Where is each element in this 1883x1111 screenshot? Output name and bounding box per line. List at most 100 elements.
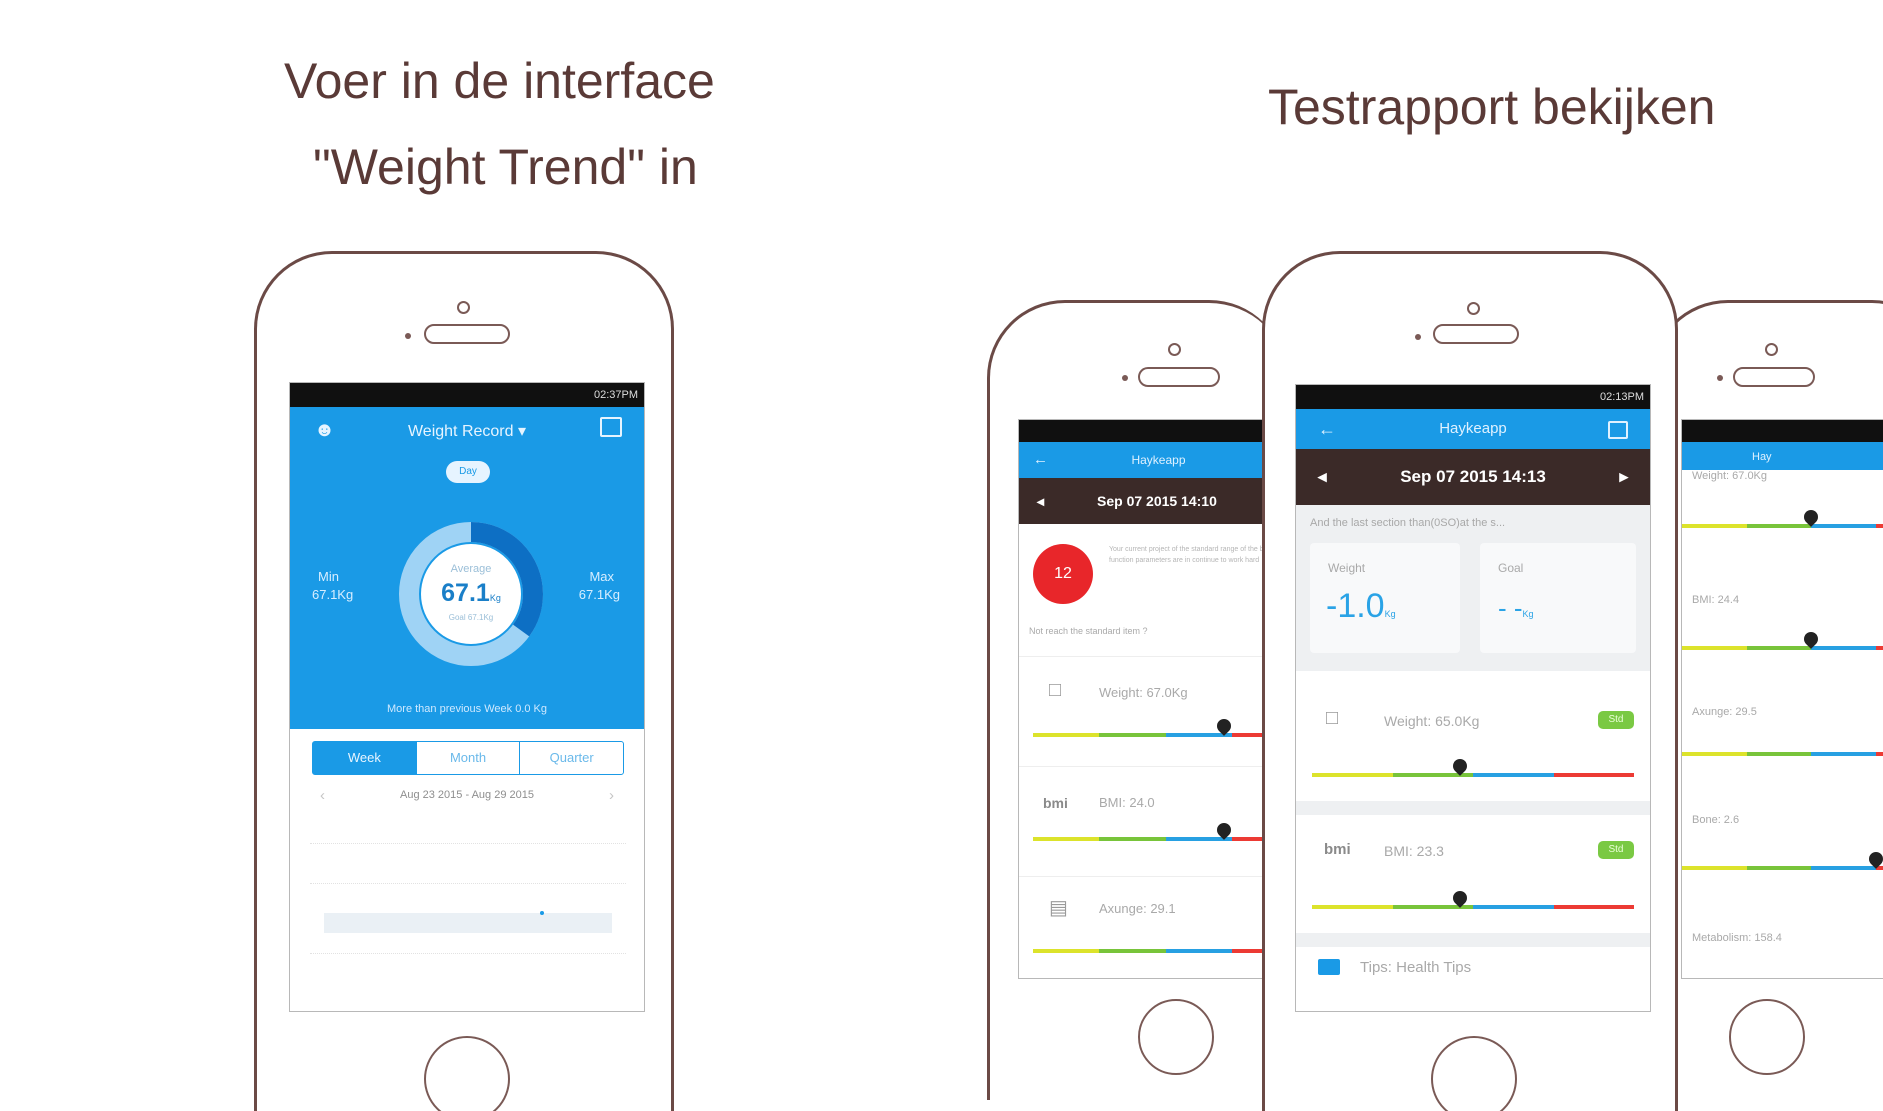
status-bar: [1682, 420, 1883, 442]
record-title: Weight Record: [407, 423, 514, 440]
metric-row-bmi[interactable]: BMI: 24.4: [1682, 580, 1883, 690]
date-bar: ◂ Sep 07 2015 14:13 ▸: [1296, 449, 1650, 505]
metric-scale-bar: [1682, 646, 1883, 650]
goal-unit: Kg: [1522, 609, 1534, 619]
health-tips-row[interactable]: Tips: Health Tips: [1296, 951, 1650, 1001]
fat-icon: ▤: [1049, 897, 1068, 919]
average-value: 67.1: [441, 579, 490, 607]
summary-text: And the last section than(0SO)at the s..…: [1310, 517, 1506, 529]
app-screen: ← Haykeapp ◂ Sep 07 2015 14:10 12 Your c…: [1018, 419, 1287, 979]
axunge-scale-bar: [1033, 949, 1287, 953]
average-goal: Goal 67.1Kg: [448, 613, 494, 622]
day-pill[interactable]: Day: [446, 461, 490, 483]
weight-scale-bar: [1312, 773, 1634, 777]
axunge-row[interactable]: ▤ Axunge: 29.1: [1019, 876, 1287, 978]
max-label: Max: [589, 569, 614, 584]
app-title: Haykeapp: [1131, 453, 1186, 467]
status-time: 02:13PM: [1599, 391, 1644, 403]
proximity-sensor: [1415, 334, 1421, 340]
app-title-bar: Hay: [1682, 442, 1883, 470]
bmi-row-label: BMI: 24.0: [1099, 795, 1155, 810]
prev-date-arrow[interactable]: ◂: [1037, 478, 1044, 524]
share-icon[interactable]: [1608, 421, 1628, 439]
status-bar: [1019, 420, 1287, 442]
score-badge: 12: [1033, 544, 1093, 604]
bmi-icon: bmi: [1043, 795, 1068, 811]
share-icon[interactable]: [600, 417, 622, 437]
right-caption: Testrapport bekijken: [1268, 79, 1716, 135]
bmi-scale-bar: [1033, 837, 1287, 841]
standard-badge: Std: [1598, 711, 1634, 729]
metric-label: Axunge: 29.5: [1692, 706, 1757, 718]
status-time: 02:37PM: [593, 389, 638, 401]
weight-row[interactable]: □ Weight: 65.0Kg Std: [1296, 681, 1650, 801]
home-button[interactable]: [1431, 1036, 1517, 1111]
standard-badge: Std: [1598, 841, 1634, 859]
metric-label: Bone: 2.6: [1692, 814, 1740, 826]
trend-chart: [310, 823, 626, 973]
average-unit: Kg: [489, 593, 501, 603]
date-bar: ◂ Sep 07 2015 14:10: [1019, 478, 1287, 524]
metric-scale-bar: [1682, 752, 1883, 756]
axunge-row-label: Axunge: 29.1: [1099, 901, 1176, 916]
max-value: 67.1Kg: [578, 587, 620, 602]
metric-label: Weight: 67.0Kg: [1692, 470, 1768, 482]
app-title: Hay: [1752, 451, 1772, 463]
phone-report-center: 02:13PM ← Haykeapp ◂ Sep 07 2015 14:13 ▸…: [1262, 251, 1678, 1111]
summary-panel: And the last section than(0SO)at the s..…: [1296, 505, 1650, 671]
tab-month[interactable]: Month: [415, 742, 520, 774]
app-title-bar: ← Haykeapp: [1296, 409, 1650, 449]
metric-scale-bar: [1682, 524, 1883, 528]
home-button[interactable]: [424, 1036, 510, 1111]
metric-row-bone[interactable]: Bone: 2.6: [1682, 800, 1883, 900]
app-screen: 02:13PM ← Haykeapp ◂ Sep 07 2015 14:13 ▸…: [1295, 384, 1651, 1012]
trend-band: [324, 913, 612, 933]
phone-report-right: Hay Weight: 67.0Kg BMI: 24.4 Axunge: 29.…: [1650, 300, 1883, 1100]
next-period-arrow[interactable]: ›: [609, 787, 614, 804]
earpiece-speaker: [1138, 367, 1220, 387]
home-button[interactable]: [1138, 999, 1214, 1075]
earpiece-speaker: [1433, 324, 1519, 344]
app-screen: Hay Weight: 67.0Kg BMI: 24.4 Axunge: 29.…: [1681, 419, 1883, 979]
earpiece-speaker: [1733, 367, 1815, 387]
weight-scale-bar: [1033, 733, 1287, 737]
app-screen: 02:37PM ☻ Weight Record ▾ Day Min 67.1Kg…: [289, 382, 645, 1012]
front-camera: [1765, 343, 1778, 356]
report-date: Sep 07 2015 14:10: [1097, 493, 1217, 509]
scale-icon: □: [1326, 707, 1339, 729]
bmi-row[interactable]: bmi BMI: 24.0: [1019, 766, 1287, 877]
back-arrow-icon[interactable]: ←: [1033, 442, 1048, 478]
earpiece-speaker: [424, 324, 510, 344]
status-bar: 02:37PM: [290, 383, 644, 407]
average-label: Average: [450, 563, 492, 575]
tab-quarter[interactable]: Quarter: [519, 742, 623, 774]
metric-row-metabolism[interactable]: Metabolism: 158.4: [1682, 900, 1883, 978]
date-range: Aug 23 2015 - Aug 29 2015: [400, 789, 534, 801]
tab-week[interactable]: Week: [313, 742, 416, 774]
front-camera: [1168, 343, 1181, 356]
left-caption-line1: Voer in de interface: [284, 53, 715, 109]
bmi-row[interactable]: bmi BMI: 23.3 Std: [1296, 815, 1650, 933]
app-title: Haykeapp: [1439, 420, 1507, 437]
weight-change-card: Weight -1.0Kg: [1310, 543, 1460, 653]
front-camera: [1467, 302, 1480, 315]
bmi-row-label: BMI: 23.3: [1384, 843, 1444, 859]
front-camera: [457, 301, 470, 314]
phone-report-left: ← Haykeapp ◂ Sep 07 2015 14:10 12 Your c…: [987, 300, 1287, 1100]
weight-row[interactable]: □ Weight: 67.0Kg: [1019, 656, 1287, 767]
left-caption-line2: "Weight Trend" in: [313, 139, 698, 195]
next-date-arrow[interactable]: ▸: [1619, 449, 1628, 505]
trend-point: [540, 911, 544, 915]
weight-change-label: Weight: [1328, 561, 1366, 575]
home-button[interactable]: [1729, 999, 1805, 1075]
back-arrow-icon[interactable]: ←: [1318, 409, 1336, 449]
min-label: Min: [318, 569, 339, 584]
app-title-bar: ← Haykeapp: [1019, 442, 1287, 478]
metric-scale-bar: [1682, 866, 1883, 870]
weight-change-value: -1.0: [1326, 587, 1385, 625]
metric-row-axunge[interactable]: Axunge: 29.5: [1682, 690, 1883, 800]
record-title-dropdown[interactable]: Weight Record ▾: [290, 421, 644, 441]
metric-row-weight[interactable]: Weight: 67.0Kg: [1682, 470, 1883, 580]
phone-weight-trend: 02:37PM ☻ Weight Record ▾ Day Min 67.1Kg…: [254, 251, 674, 1111]
prev-date-arrow[interactable]: ◂: [1318, 449, 1327, 505]
